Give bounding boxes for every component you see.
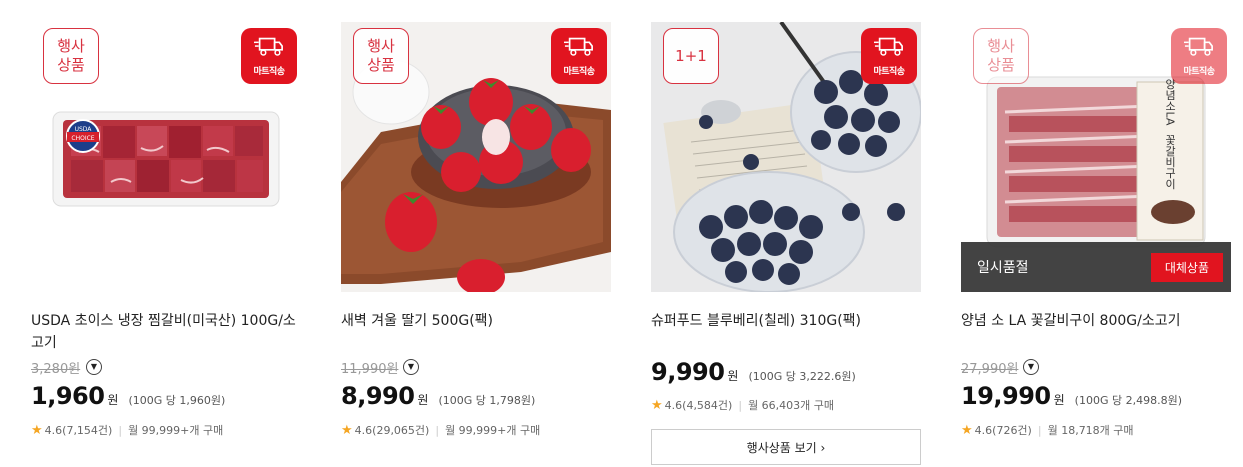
star-icon: ★ [341, 422, 353, 438]
truck-icon [564, 36, 594, 58]
svg-text:USDA: USDA [75, 126, 93, 133]
price: 19,990 원 (100G 당 2,498.8원) [961, 382, 1182, 410]
product-card[interactable]: 행사 상품 마트직송 새벽 겨울 딸기 500G(팩) 11,990원 ▼ 8,… [341, 22, 611, 438]
mart-delivery-label: 마트직송 [1183, 67, 1215, 77]
rating-row: ★ 4.6(726건) | 월 18,718개 구매 [961, 422, 1134, 438]
sold-count: 월 18,718개 구매 [1047, 424, 1134, 437]
rating-row: ★ 4.6(29,065건) | 월 99,999+개 구매 [341, 422, 540, 438]
chevron-down-icon[interactable]: ▼ [403, 359, 419, 375]
mart-delivery-label: 마트직송 [563, 67, 595, 77]
rating-text: 4.6(4,584건) [664, 399, 733, 412]
price-value: 8,990 [341, 382, 415, 410]
product-card[interactable]: 양념소LA 꽃갈비구이 행사 상품 마트직송 일시품절 대체상품 양념 소 LA… [961, 22, 1231, 438]
original-price: 3,280원 [31, 362, 81, 377]
original-price: 11,990원 [341, 362, 399, 377]
product-image[interactable]: 양념소LA 꽃갈비구이 행사 상품 마트직송 일시품절 대체상품 [961, 22, 1231, 292]
price-value: 1,960 [31, 382, 105, 410]
sold-count: 월 66,403개 구매 [748, 399, 835, 412]
mart-delivery-label: 마트직송 [253, 67, 285, 77]
view-promo-products-button[interactable]: 행사상품 보기 › [651, 429, 921, 465]
soldout-bar: 일시품절 대체상품 [961, 242, 1231, 292]
star-icon: ★ [961, 422, 973, 438]
unit-price: (100G 당 1,960원) [128, 394, 226, 407]
unit-price: (100G 당 1,798원) [438, 394, 536, 407]
price-currency: 원 [1053, 393, 1065, 407]
product-title[interactable]: USDA 초이스 냉장 찜갈비(미국산) 100G/소고기 [31, 310, 301, 354]
mart-delivery-badge: 마트직송 [241, 28, 297, 84]
price-value: 19,990 [961, 382, 1051, 410]
rating-row: ★ 4.6(4,584건) | 월 66,403개 구매 [651, 397, 834, 413]
substitute-product-button[interactable]: 대체상품 [1150, 252, 1223, 282]
svg-text:CHOICE: CHOICE [71, 135, 94, 142]
sold-count: 월 99,999+개 구매 [128, 424, 224, 437]
promo-badge: 1+1 [663, 28, 719, 84]
product-image[interactable]: 행사 상품 마트직송 [341, 22, 611, 292]
mart-delivery-label: 마트직송 [873, 67, 905, 77]
product-image[interactable]: USDA CHOICE 행사 상품 마트직송 [31, 22, 301, 292]
svg-text:양념소LA: 양념소LA [1164, 78, 1177, 126]
promo-badge: 행사 상품 [353, 28, 409, 84]
product-title[interactable]: 양념 소 LA 꽃갈비구이 800G/소고기 [961, 310, 1231, 332]
product-title[interactable]: 새벽 겨울 딸기 500G(팩) [341, 310, 611, 332]
price-value: 9,990 [651, 358, 725, 386]
truck-icon [874, 36, 904, 58]
unit-price: (100G 당 2,498.8원) [1074, 394, 1182, 407]
rating-row: ★ 4.6(7,154건) | 월 99,999+개 구매 [31, 422, 223, 438]
product-image[interactable]: 1+1 마트직송 [651, 22, 921, 292]
product-title[interactable]: 슈퍼푸드 블루베리(칠레) 310G(팩) [651, 310, 921, 332]
price: 8,990 원 (100G 당 1,798원) [341, 382, 535, 410]
mart-delivery-badge: 마트직송 [861, 28, 917, 84]
star-icon: ★ [651, 397, 663, 413]
product-card[interactable]: USDA CHOICE 행사 상품 마트직송 USDA 초이스 냉장 찜갈비(미… [31, 22, 301, 438]
promo-badge: 행사 상품 [43, 28, 99, 84]
mart-delivery-badge: 마트직송 [551, 28, 607, 84]
divider: | [118, 423, 123, 437]
rating-text: 4.6(29,065건) [354, 424, 430, 437]
promo-badge: 행사 상품 [973, 28, 1029, 84]
chevron-down-icon[interactable]: ▼ [86, 359, 102, 375]
svg-text:꽃갈비구이: 꽃갈비구이 [1164, 134, 1177, 190]
divider: | [435, 423, 440, 437]
price-currency: 원 [417, 393, 429, 407]
mart-delivery-badge: 마트직송 [1171, 28, 1227, 84]
original-price: 27,990원 [961, 362, 1019, 377]
product-card[interactable]: 1+1 마트직송 슈퍼푸드 블루베리(칠레) 310G(팩) 9,990 원 (… [651, 22, 921, 465]
star-icon: ★ [31, 422, 43, 438]
price: 9,990 원 (100G 당 3,222.6원) [651, 358, 856, 386]
truck-icon [254, 36, 284, 58]
rating-text: 4.6(7,154건) [44, 424, 113, 437]
unit-price: (100G 당 3,222.6원) [748, 370, 856, 383]
truck-icon [1184, 36, 1214, 58]
price-currency: 원 [727, 369, 739, 383]
price-currency: 원 [107, 393, 119, 407]
soldout-label: 일시품절 [977, 260, 1029, 276]
chevron-down-icon[interactable]: ▼ [1023, 359, 1039, 375]
divider: | [1037, 423, 1042, 437]
divider: | [738, 398, 743, 412]
price: 1,960 원 (100G 당 1,960원) [31, 382, 225, 410]
rating-text: 4.6(726건) [974, 424, 1032, 437]
sold-count: 월 99,999+개 구매 [445, 424, 541, 437]
